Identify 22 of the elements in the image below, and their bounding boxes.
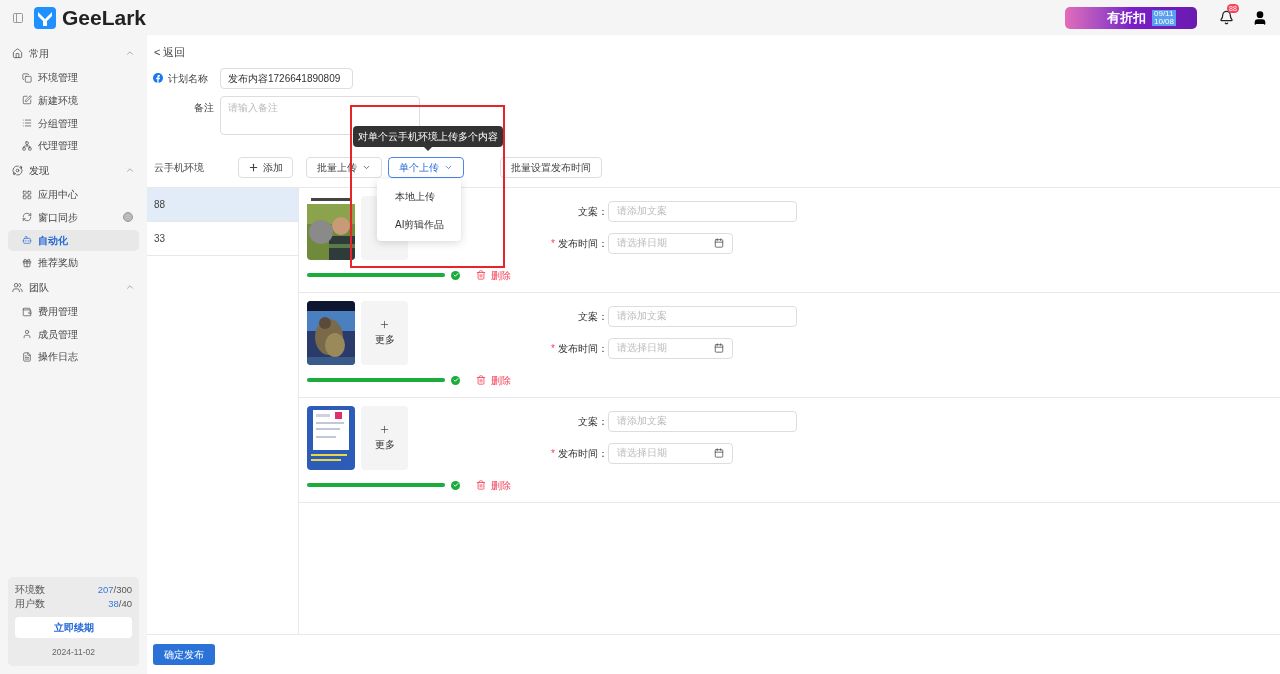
more-label: 更多 <box>374 437 395 452</box>
environment-label: 云手机环境 <box>154 161 205 175</box>
publish-time-label: * 发布时间： <box>550 236 608 251</box>
quota-label: 环境数 <box>15 583 45 598</box>
promo-text: 有折扣 <box>1107 8 1146 27</box>
quota-label: 用户数 <box>15 597 45 612</box>
quota-value: 38/40 <box>108 597 132 612</box>
logo-text: GeeLark <box>62 4 147 31</box>
required-mark: * <box>551 342 555 354</box>
caption-label: 文案： <box>577 309 608 324</box>
publish-time-label: * 发布时间： <box>550 341 608 356</box>
caption-label: 文案： <box>577 204 608 219</box>
promo-dates: 09/11 10/08 <box>1152 9 1177 26</box>
publish-time-label: * 发布时间： <box>550 446 608 461</box>
note-label: 备注 <box>193 100 214 115</box>
plan-name-label: 计划名称 <box>168 71 209 86</box>
expiry-date: 2024-11-02 <box>51 646 96 659</box>
more-label: 更多 <box>374 332 395 347</box>
quota-value: 207/300 <box>97 583 132 598</box>
required-mark: * <box>551 237 555 249</box>
required-mark: * <box>551 447 555 459</box>
caption-label: 文案： <box>577 414 608 429</box>
